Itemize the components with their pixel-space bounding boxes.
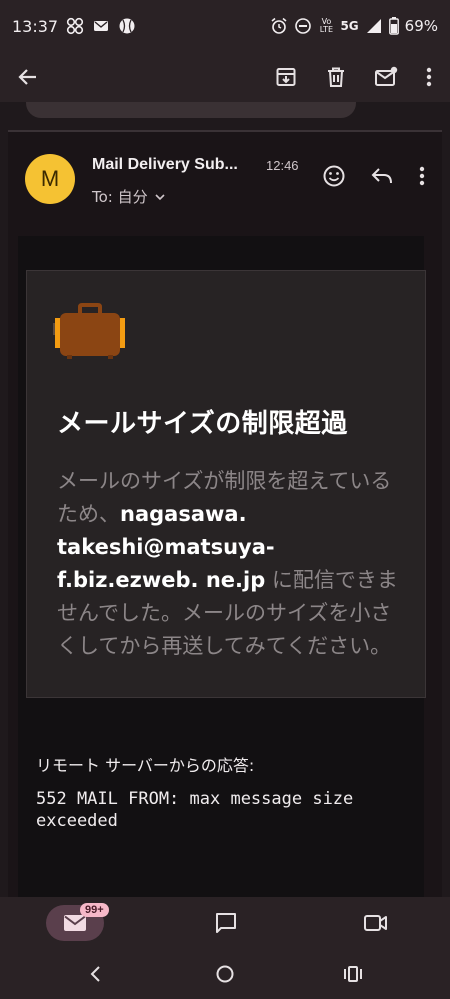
more-vert-icon xyxy=(419,166,425,186)
app-bar xyxy=(0,52,450,102)
emoji-icon xyxy=(323,165,345,187)
arrow-left-icon xyxy=(18,69,36,85)
message-time: 12:46 xyxy=(266,158,299,173)
sender-name[interactable]: Mail Delivery Sub... xyxy=(92,156,238,174)
bottom-navigation: 99+ xyxy=(0,897,450,949)
status-time: 13:37 xyxy=(12,16,59,36)
to-label: To: 自分 xyxy=(92,188,148,206)
email-notification-icon xyxy=(92,17,110,35)
alarm-icon xyxy=(270,17,288,35)
unread-count-badge: 99+ xyxy=(80,903,109,917)
status-bar: 13:37 Vo LTE 5G 69% xyxy=(0,0,450,52)
previous-message-card[interactable] xyxy=(26,102,356,118)
mark-unread-button[interactable] xyxy=(364,61,408,93)
home-circle-icon xyxy=(216,965,234,983)
archive-icon xyxy=(276,68,296,86)
signal-icon xyxy=(365,17,383,35)
archive-button[interactable] xyxy=(264,61,308,93)
more-vert-icon xyxy=(426,67,432,87)
chat-icon xyxy=(216,913,236,933)
reply-button[interactable] xyxy=(362,160,402,192)
avatar[interactable]: M xyxy=(25,154,75,204)
system-recents-button[interactable] xyxy=(338,959,368,989)
notice-text: メールのサイズが制限を超えているため、nagasawa. takeshi@mat… xyxy=(57,465,407,663)
volte-indicator: Vo LTE xyxy=(319,17,334,34)
remote-response-label: リモート サーバーからの応答: xyxy=(36,756,255,775)
recents-icon xyxy=(344,966,362,982)
mail-icon xyxy=(64,915,86,931)
baseball-icon xyxy=(118,17,136,35)
recipient-details-toggle[interactable]: To: 自分 xyxy=(92,186,166,207)
notice-title: メールサイズの制限超過 xyxy=(57,409,348,439)
video-camera-icon xyxy=(364,915,387,931)
nav-chat-tab[interactable] xyxy=(206,905,246,941)
email-message: M Mail Delivery Sub... 12:46 To: 自分 メールサ… xyxy=(8,132,442,897)
add-reaction-button[interactable] xyxy=(314,160,354,192)
message-more-button[interactable] xyxy=(410,160,434,192)
suitcase-icon xyxy=(53,303,127,361)
battery-percent: 69% xyxy=(404,17,438,35)
battery-icon xyxy=(388,17,399,35)
network-type: 5G xyxy=(340,19,359,33)
system-back-button[interactable] xyxy=(80,959,110,989)
reply-icon xyxy=(371,168,392,184)
chevron-left-icon xyxy=(90,966,100,982)
email-body: メールサイズの制限超過 メールのサイズが制限を超えているため、nagasawa.… xyxy=(18,236,426,897)
nav-meet-tab[interactable] xyxy=(356,905,396,941)
system-navigation-bar xyxy=(0,949,450,999)
mark-unread-icon xyxy=(375,66,398,86)
delete-button[interactable] xyxy=(314,61,358,93)
back-button[interactable] xyxy=(12,61,44,93)
delivery-failure-notice: メールサイズの制限超過 メールのサイズが制限を超えているため、nagasawa.… xyxy=(26,270,426,698)
remote-response-message: 552 MAIL FROM: max message size exceeded xyxy=(36,789,354,831)
more-options-button[interactable] xyxy=(414,61,444,93)
trash-icon xyxy=(328,67,344,87)
chevron-down-icon xyxy=(155,193,165,200)
pinwheel-icon xyxy=(66,17,84,35)
system-home-button[interactable] xyxy=(210,959,240,989)
sender-header: M Mail Delivery Sub... 12:46 To: 自分 xyxy=(8,132,442,222)
message-scroll-area[interactable]: M Mail Delivery Sub... 12:46 To: 自分 メールサ… xyxy=(0,102,450,897)
dnd-icon xyxy=(294,17,312,35)
